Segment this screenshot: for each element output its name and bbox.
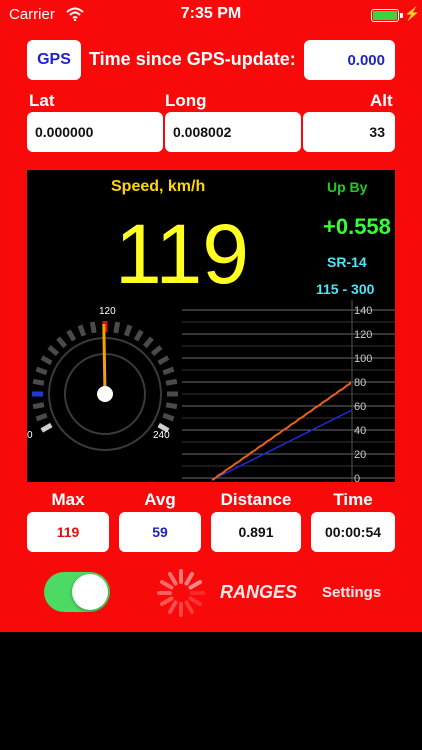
alt-field: 33 [303, 112, 395, 152]
gauge-tick [150, 345, 163, 357]
gps-update-label: Time since GPS-update: [89, 49, 296, 69]
gauge-max-label: 240 [153, 430, 170, 441]
distance-label: Distance [220, 490, 292, 509]
avg-label: Avg [144, 490, 176, 509]
long-field: 0.008002 [165, 112, 301, 152]
gauge-mark-label: 120 [99, 306, 116, 317]
alt-label: Alt [370, 91, 393, 110]
gps-button[interactable]: GPS [27, 40, 81, 80]
gps-update-value: 0.000 [304, 40, 395, 80]
range-span: 115 - 300 [316, 281, 375, 297]
upby-value: +0.558 [323, 214, 391, 239]
gauge-tick [35, 366, 48, 376]
ranges-button[interactable]: RANGES [220, 582, 297, 603]
gauge-tick [77, 324, 87, 337]
gauge-tick [165, 378, 178, 386]
time-value: 00:00:54 [311, 512, 395, 552]
speed-title: Speed, km/h [111, 178, 206, 195]
chart-axis-label: 40 [354, 425, 366, 437]
upby-label: Up By [327, 179, 368, 195]
chart-axis-label: 20 [354, 449, 366, 461]
charging-bolt-icon: ⚡ [404, 6, 421, 21]
gauge-min-label: 0 [27, 430, 33, 441]
loading-spinner-icon [157, 569, 205, 617]
distance-value: 0.891 [211, 512, 301, 552]
average-line [211, 409, 353, 481]
gauge-tick [162, 412, 175, 422]
gauge-tick [32, 402, 45, 410]
avg-value: 59 [119, 512, 201, 552]
gauge-tick [123, 324, 133, 337]
gauge-tick [157, 355, 170, 366]
clock: 7:35 PM [180, 5, 242, 22]
gauge-tick [133, 329, 144, 342]
gauge-tick [40, 355, 53, 366]
gauge-tick [89, 321, 97, 334]
speed-value: 119 [115, 207, 249, 301]
app-screen: Carrier 7:35 PM ⚡ GPS Time since GPS-upd… [0, 0, 422, 632]
chart-axis-label: 80 [354, 377, 366, 389]
gauge-tick [32, 378, 45, 386]
speed-dashboard: Speed, km/h 119 Up By +0.558 SR-14 115 -… [27, 170, 395, 482]
lat-label: Lat [29, 91, 55, 110]
battery-icon [371, 9, 403, 22]
speed-graph: 140 120 100 80 60 40 20 0 [182, 300, 395, 482]
gauge-tick [56, 336, 68, 349]
chart-axis-label: 100 [354, 353, 372, 365]
chart-axis-label: 0 [354, 473, 360, 482]
gauge-tick [35, 412, 48, 422]
gauge-needle [102, 323, 107, 395]
chart-axis-label: 120 [354, 329, 372, 341]
speedometer-gauge: 120 0 240 [27, 306, 178, 451]
gauge-tick [40, 422, 53, 433]
gauge-tick [66, 329, 77, 342]
gauge-tick [162, 366, 175, 376]
tracking-toggle[interactable] [44, 572, 110, 612]
max-value: 119 [27, 512, 109, 552]
lat-field: 0.000000 [27, 112, 163, 152]
range-name: SR-14 [327, 254, 367, 270]
gauge-tick [113, 321, 121, 334]
toggle-knob [72, 574, 108, 610]
gauge-tick [142, 336, 154, 349]
max-label: Max [51, 490, 85, 509]
gauge-tick [165, 402, 178, 410]
status-bar: Carrier 7:35 PM ⚡ [0, 0, 422, 30]
chart-axis-label: 140 [354, 305, 372, 317]
chart-axis-label: 60 [354, 401, 366, 413]
time-label: Time [333, 490, 373, 509]
long-label: Long [165, 91, 207, 110]
settings-button[interactable]: Settings [322, 584, 381, 601]
speed-line [211, 381, 351, 481]
gauge-tick [47, 345, 60, 357]
gauge-hub [97, 386, 113, 402]
